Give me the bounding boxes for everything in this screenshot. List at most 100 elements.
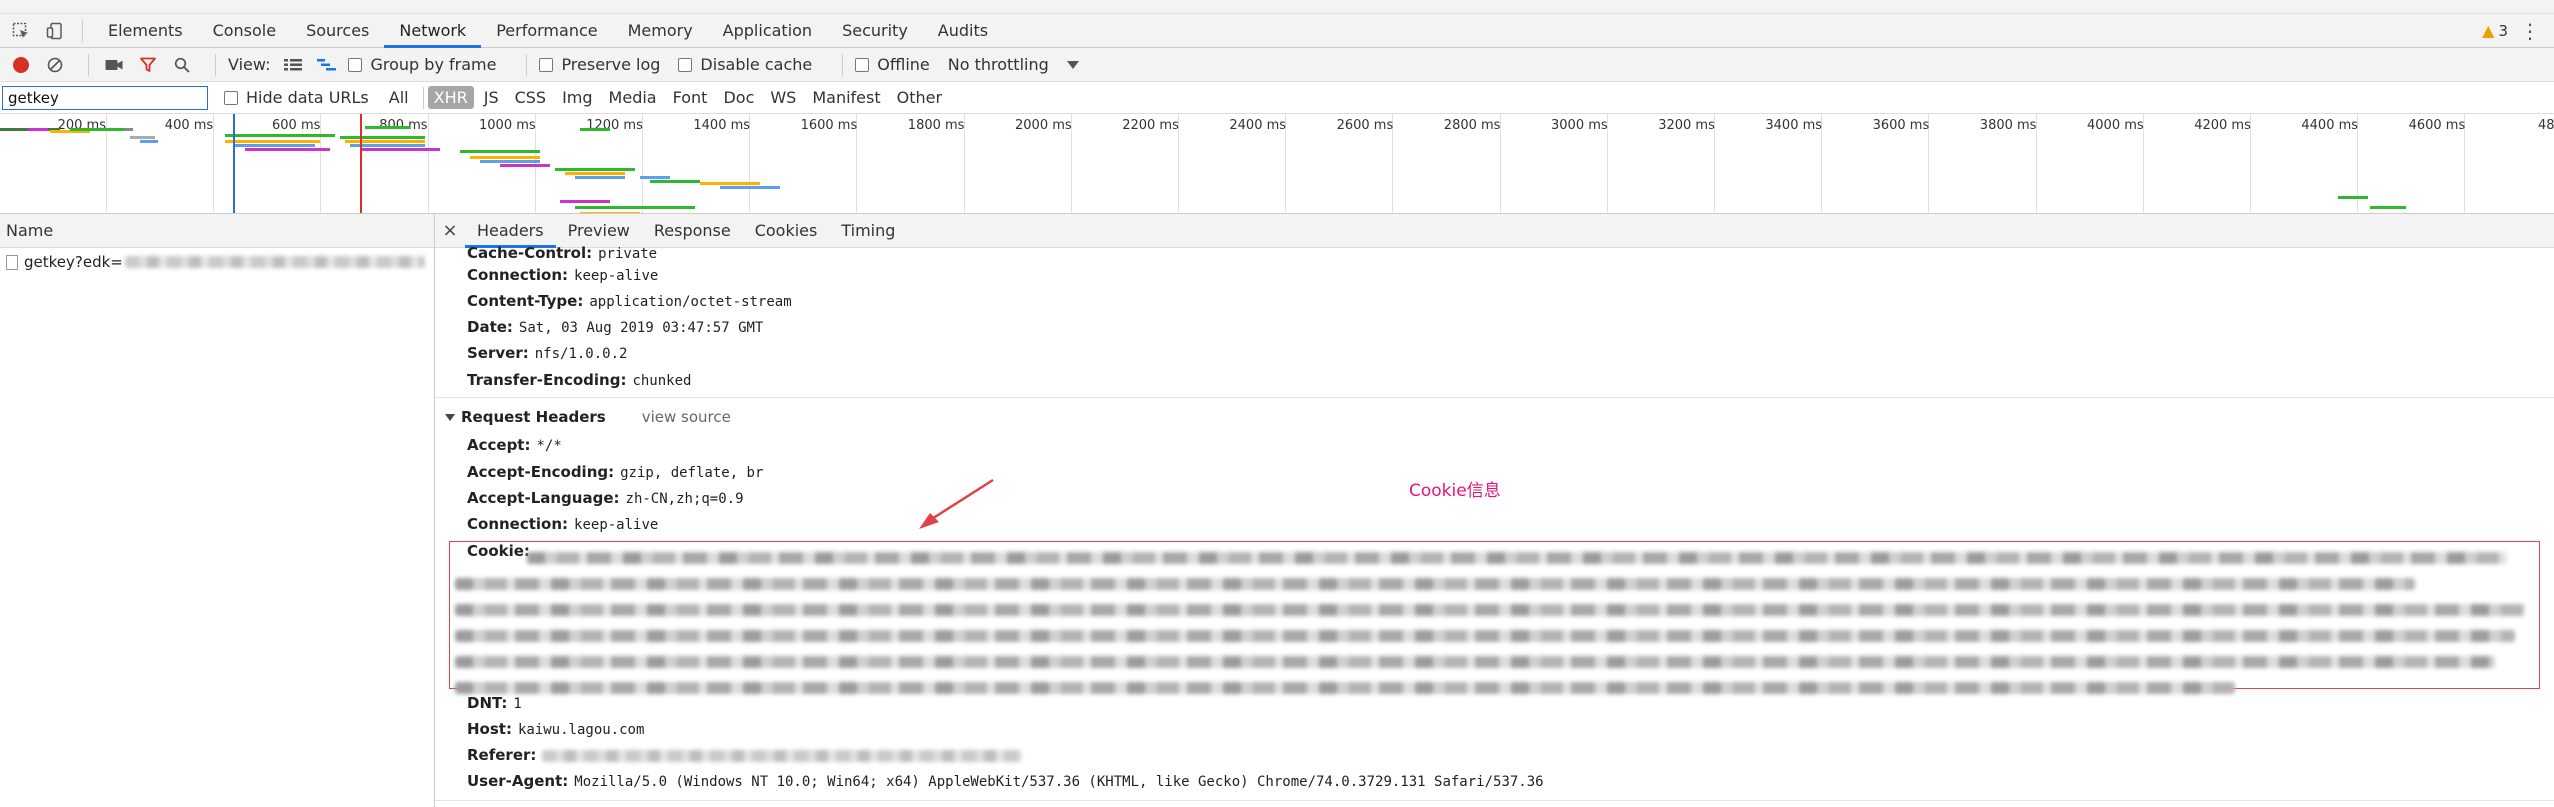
timeline-tick-label: 1000 ms	[479, 118, 536, 133]
load-event-marker	[360, 114, 362, 213]
timeline-gridline	[320, 114, 322, 213]
request-headers-section[interactable]: Request Headers view source	[445, 408, 731, 426]
large-rows-button[interactable]	[280, 52, 306, 78]
header-row: Connection: keep-alive	[467, 266, 658, 284]
header-value: application/octet-stream	[589, 294, 792, 310]
timeline-request-bar	[560, 200, 610, 203]
redacted-referer	[542, 749, 1023, 762]
header-value: */*	[536, 438, 562, 454]
header-key: Cookie:	[467, 542, 530, 560]
type-filter-css[interactable]: CSS	[509, 86, 552, 109]
tab-memory[interactable]: Memory	[613, 14, 708, 48]
timeline-request-bar	[28, 128, 48, 131]
offline-checkbox[interactable]: Offline	[855, 55, 930, 74]
hide-data-urls-checkbox[interactable]: Hide data URLs	[224, 88, 369, 107]
checkbox-box	[224, 90, 238, 105]
filter-separator	[422, 86, 424, 109]
cookie-header-row: Cookie:	[467, 542, 536, 560]
tab-timing[interactable]: Timing	[829, 214, 907, 248]
timeline-tick-label: 4200 ms	[2194, 118, 2251, 133]
view-label: View:	[228, 55, 271, 74]
redacted-cookie-line	[527, 552, 2507, 564]
type-filter-img[interactable]: Img	[556, 86, 598, 109]
filter-input[interactable]	[2, 85, 208, 110]
timeline-request-bar	[340, 136, 425, 139]
tab-performance[interactable]: Performance	[481, 14, 612, 48]
toolbar-separator	[88, 53, 89, 76]
header-key: Accept:	[467, 436, 531, 454]
preserve-log-checkbox[interactable]: Preserve log	[539, 55, 660, 74]
devtools-main-tabbar: Elements Console Sources Network Perform…	[0, 14, 2554, 48]
type-filter-font[interactable]: Font	[667, 86, 714, 109]
type-filter-js[interactable]: JS	[478, 86, 505, 109]
screenshot-button[interactable]	[101, 52, 127, 78]
type-filter-doc[interactable]: Doc	[717, 86, 760, 109]
timeline-tick-label: 2000 ms	[1015, 118, 1072, 133]
tab-console[interactable]: Console	[198, 14, 292, 48]
throttling-select[interactable]: No throttling	[948, 55, 1079, 74]
timeline-request-bar	[2370, 206, 2406, 209]
header-key: Cache-Control:	[467, 244, 593, 262]
type-filter-all[interactable]: All	[383, 86, 415, 109]
header-value: Mozilla/5.0 (Windows NT 10.0; Win64; x64…	[574, 774, 1544, 790]
device-toolbar-icon[interactable]	[42, 18, 68, 44]
header-value: 1	[513, 696, 522, 712]
name-column-header[interactable]: Name	[0, 214, 434, 248]
overview-button[interactable]	[314, 52, 340, 78]
checkbox-box	[348, 57, 363, 72]
timeline-request-bar	[365, 126, 410, 129]
type-filter-manifest[interactable]: Manifest	[806, 86, 886, 109]
timeline-request-bar	[2338, 196, 2368, 199]
search-icon	[174, 57, 190, 73]
header-key: Date:	[467, 318, 513, 336]
timeline-request-bar	[580, 128, 610, 131]
header-key: Transfer-Encoding:	[467, 371, 627, 389]
view-source-link[interactable]: view source	[642, 408, 731, 426]
filter-button[interactable]	[135, 52, 161, 78]
type-filter-ws[interactable]: WS	[764, 86, 802, 109]
tab-cookies[interactable]: Cookies	[743, 214, 830, 248]
clear-button[interactable]	[42, 52, 68, 78]
request-name: getkey?edk=	[24, 253, 123, 271]
request-detail-panel: × Headers Preview Response Cookies Timin…	[435, 214, 2554, 807]
timeline-request-bar	[460, 150, 540, 153]
timeline-request-bar	[700, 182, 760, 185]
timeline-request-bar	[555, 168, 635, 171]
type-filter-other[interactable]: Other	[891, 86, 948, 109]
search-button[interactable]	[169, 52, 195, 78]
more-options-icon[interactable]: ⋮	[2520, 21, 2540, 41]
request-row[interactable]: getkey?edk=	[0, 248, 434, 276]
toolbar-separator	[526, 53, 528, 76]
tab-security[interactable]: Security	[827, 14, 923, 48]
header-key: DNT:	[467, 694, 508, 712]
tab-sources[interactable]: Sources	[291, 14, 384, 48]
redacted-url	[124, 256, 425, 268]
tab-elements[interactable]: Elements	[93, 14, 198, 48]
filter-icon	[140, 57, 156, 72]
tab-response[interactable]: Response	[642, 214, 743, 248]
tab-preview[interactable]: Preview	[556, 214, 642, 248]
tab-application[interactable]: Application	[708, 14, 827, 48]
timeline-tick-label: 3600 ms	[1872, 118, 1930, 133]
tab-network[interactable]: Network	[384, 14, 482, 48]
record-button[interactable]	[8, 52, 34, 78]
network-toolbar: View: Group by frame Preserve log Disabl…	[0, 48, 2554, 82]
tab-audits[interactable]: Audits	[923, 14, 1003, 48]
header-key: Server:	[467, 344, 529, 362]
type-filter-xhr[interactable]: XHR	[427, 86, 474, 109]
redacted-cookie-line	[455, 604, 2525, 616]
header-value: keep-alive	[574, 268, 659, 284]
close-icon[interactable]: ×	[435, 220, 465, 241]
type-filter-media[interactable]: Media	[603, 86, 663, 109]
warnings-badge[interactable]: ▲ 3	[2482, 21, 2508, 40]
header-value: keep-alive	[574, 517, 659, 533]
annotation-label: Cookie信息	[1409, 481, 1501, 501]
group-by-frame-checkbox[interactable]: Group by frame	[348, 55, 496, 74]
tab-headers[interactable]: Headers	[465, 214, 556, 248]
disable-cache-checkbox[interactable]: Disable cache	[678, 55, 812, 74]
header-row: DNT: 1	[467, 694, 522, 712]
inspect-element-icon[interactable]	[8, 18, 34, 44]
timeline-request-bar	[225, 134, 335, 137]
network-overview-timeline[interactable]: 200 ms400 ms600 ms800 ms1000 ms1200 ms14…	[0, 114, 2554, 214]
header-key: Referer:	[467, 746, 537, 764]
